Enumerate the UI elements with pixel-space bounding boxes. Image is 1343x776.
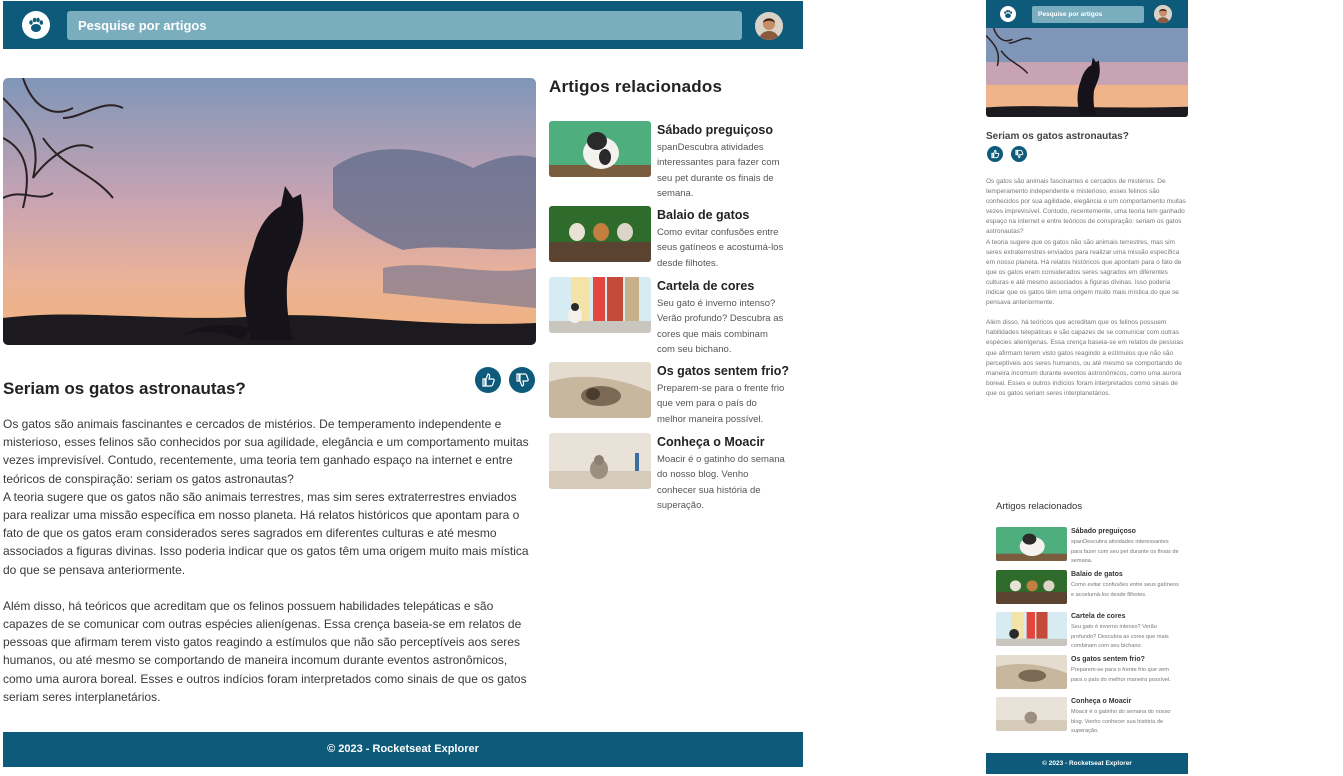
cat-photo-thumbnail: [996, 655, 1067, 689]
related-item-title: Cartela de cores: [1071, 613, 1126, 620]
article-body: Os gatos são animais fascinantes e cerca…: [3, 415, 535, 706]
related-item-title: Balaio de gatos: [657, 208, 750, 222]
related-item-desc: Preparem-se para o frente frio que vem p…: [1071, 667, 1171, 683]
thumbs-down-icon[interactable]: [509, 367, 535, 393]
cat-photo-thumbnail: [549, 362, 651, 418]
related-item-desc: Seu gato é inverno intenso? Verão profun…: [657, 298, 784, 355]
related-item-desc: Preparem-se para o frente frio que vem p…: [657, 383, 785, 425]
site-header: Pesquise por artigos: [3, 1, 803, 49]
related-item-desc: Como evitar confusões entre seus gatíneo…: [657, 227, 784, 269]
cat-photo-thumbnail: [549, 206, 651, 262]
related-item-desc: Seu gato é inverno intenso? Verão profun…: [1071, 624, 1169, 650]
desktop-view: Pesquise por artigos Seriam os gatos ast…: [3, 0, 803, 776]
related-item-title: Os gatos sentem frio?: [657, 364, 789, 378]
site-footer: © 2023 - Rocketseat Explorer: [3, 732, 803, 767]
article-paragraph: Os gatos são animais fascinantes e cerca…: [986, 178, 1186, 307]
article-paragraph: Além disso, há teóricos que acreditam qu…: [986, 319, 1184, 397]
related-item-title: Balaio de gatos: [1071, 571, 1123, 578]
related-item-title: Os gatos sentem frio?: [1071, 656, 1145, 663]
related-item-desc: Moacir é o gatinho do semana do nosso bl…: [1071, 709, 1171, 735]
article-title: Seriam os gatos astronautas?: [986, 131, 1129, 142]
related-item-title: Sábado preguiçoso: [657, 123, 773, 137]
article-body: Os gatos são animais fascinantes e cerca…: [986, 177, 1188, 399]
related-item-desc: spanDescubra atividades interessantes pa…: [1071, 539, 1179, 565]
related-item-desc: Como evitar confusões entre seus gatíneo…: [1071, 582, 1179, 598]
related-item-title: Conheça o Moacir: [1071, 698, 1132, 705]
article-title: Seriam os gatos astronautas?: [3, 379, 246, 398]
article-paragraph: Os gatos são animais fascinantes e cerca…: [3, 417, 529, 577]
thumbs-up-icon[interactable]: [475, 367, 501, 393]
thumbs-down-icon[interactable]: [1011, 146, 1027, 162]
user-avatar[interactable]: [1154, 5, 1172, 23]
paw-icon[interactable]: [1000, 6, 1016, 22]
mobile-header: Pesquise por artigos: [986, 0, 1188, 28]
hero-image: [986, 28, 1188, 117]
related-item-desc: Moacir é o gatinho do semana do nosso bl…: [657, 454, 785, 511]
search-input[interactable]: Pesquise por artigos: [67, 11, 742, 40]
hero-image: [3, 78, 536, 345]
cat-photo-thumbnail: [549, 121, 651, 177]
related-item-desc: spanDescubra atividades interessantes pa…: [657, 142, 780, 199]
related-item-title: Cartela de cores: [657, 279, 755, 293]
search-input[interactable]: Pesquise por artigos: [1032, 6, 1144, 23]
related-item-title: Conheça o Moacir: [657, 435, 765, 449]
thumbs-up-icon[interactable]: [987, 146, 1003, 162]
cat-photo-thumbnail: [996, 570, 1067, 604]
site-footer: © 2023 - Rocketseat Explorer: [986, 753, 1188, 774]
related-item-title: Sábado preguiçoso: [1071, 528, 1136, 535]
cat-photo-thumbnail: [996, 527, 1067, 561]
cat-photo-thumbnail: [549, 277, 651, 333]
mobile-view: Pesquise por artigos Seriam os gatos ast…: [986, 0, 1188, 776]
paw-icon[interactable]: [22, 11, 50, 39]
user-avatar[interactable]: [755, 12, 783, 40]
cat-photo-thumbnail: [996, 612, 1067, 646]
related-heading: Artigos relacionados: [996, 501, 1083, 512]
article-paragraph: Além disso, há teóricos que acreditam qu…: [3, 598, 527, 704]
related-heading: Artigos relacionados: [549, 77, 723, 96]
cat-photo-thumbnail: [996, 697, 1067, 731]
cat-photo-thumbnail: [549, 433, 651, 489]
